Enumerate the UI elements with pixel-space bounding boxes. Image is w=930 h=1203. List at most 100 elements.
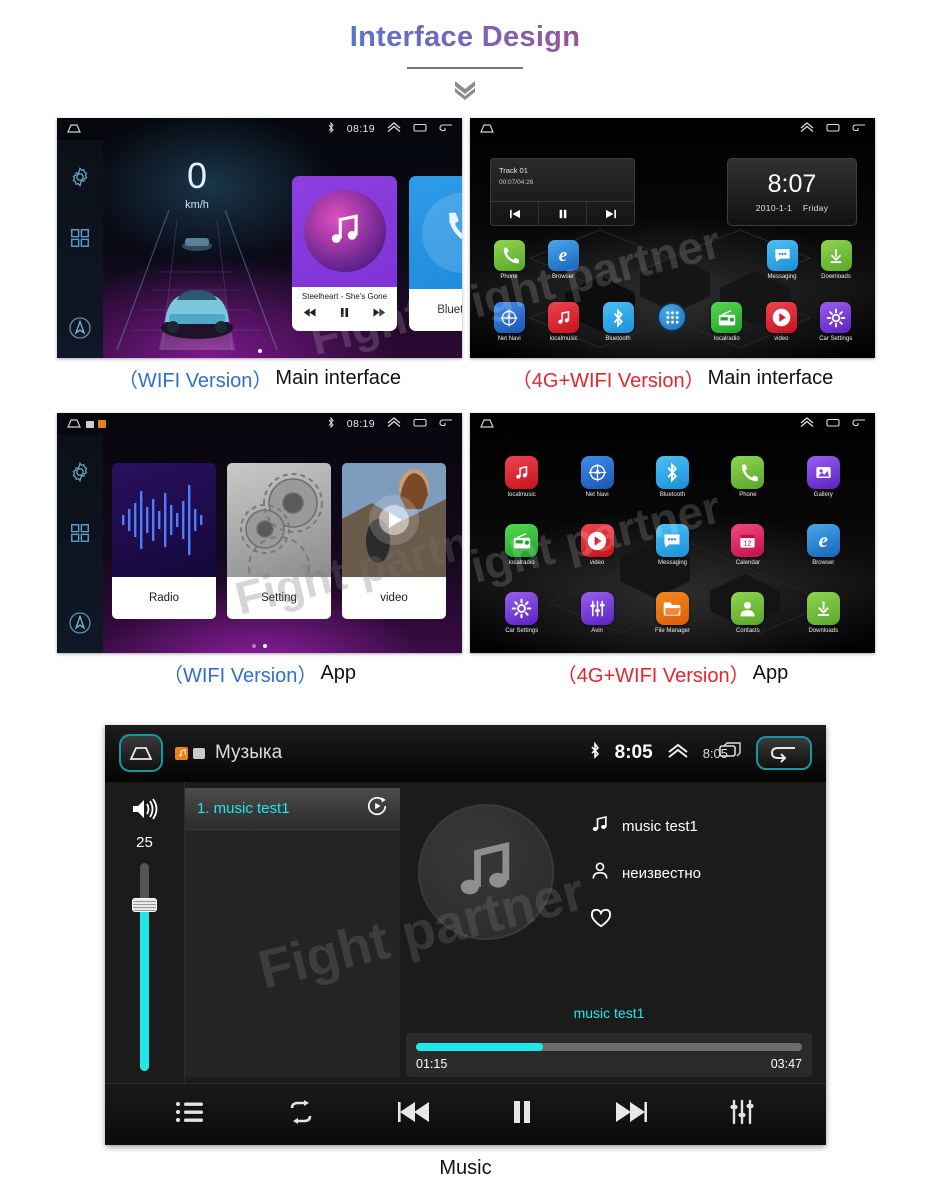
app-icon-avin[interactable]: Avin (559, 592, 634, 634)
app-icon-car-settings[interactable]: Car Settings (484, 592, 559, 634)
app-icon-bluetooth[interactable]: Bluetooth (591, 302, 645, 342)
app-icon-phone[interactable]: Phone (482, 240, 536, 280)
back-icon[interactable] (852, 122, 866, 136)
home-icon[interactable] (479, 417, 495, 432)
app-icon-localradio[interactable]: localradio (484, 524, 559, 566)
track-widget[interactable]: Track 01 00:07/04:26 (490, 158, 635, 226)
bluetooth-card[interactable]: Bluetooth (409, 176, 462, 331)
app-icon-video[interactable]: video (754, 302, 808, 342)
recents-icon[interactable] (826, 122, 840, 136)
home-icon[interactable] (66, 417, 82, 432)
app-icon-calendar[interactable]: 12 Calendar (710, 524, 785, 566)
recents-icon[interactable] (718, 741, 742, 765)
back-icon[interactable] (439, 417, 453, 431)
caption-version: （WIFI Version） (117, 369, 273, 392)
repeat-button[interactable] (285, 1099, 317, 1130)
app-icon-browser[interactable]: e Browser (536, 240, 590, 280)
grid-icon[interactable] (69, 522, 91, 549)
navigation-icon[interactable] (68, 611, 92, 640)
chevron-up-icon[interactable] (387, 122, 401, 136)
app-icon-downloads[interactable]: Downloads (809, 240, 863, 280)
chevron-up-icon[interactable] (800, 417, 814, 431)
app-icon-messaging[interactable]: Messaging (635, 524, 710, 566)
device-screen-4g-main[interactable]: Track 01 00:07/04:26 8:07 2010-1-1 Frida… (470, 118, 875, 358)
app-card-radio[interactable]: Radio (112, 463, 216, 619)
gear-icon[interactable] (69, 166, 91, 193)
next-icon[interactable] (371, 305, 386, 323)
progress-slider[interactable] (416, 1043, 802, 1051)
page-dot[interactable] (252, 644, 256, 648)
pause-icon[interactable] (539, 202, 587, 225)
app-card-setting[interactable]: Setting (227, 463, 331, 619)
navigation-icon[interactable] (68, 316, 92, 345)
app-icon-downloads[interactable]: Downloads (786, 592, 861, 634)
playlist-button[interactable] (175, 1100, 205, 1129)
volume-slider[interactable] (132, 863, 157, 1071)
prev-icon[interactable] (491, 202, 539, 225)
music-badge-icon (175, 746, 188, 760)
prev-icon[interactable] (303, 305, 318, 323)
app-icon-browser[interactable]: e Browser (786, 524, 861, 566)
app-icon-video[interactable]: video (559, 524, 634, 566)
playlist-panel[interactable]: 1. music test1 (185, 788, 400, 1077)
app-card-video[interactable]: video (342, 463, 446, 619)
back-icon[interactable] (439, 122, 453, 136)
equalizer-button[interactable] (728, 1099, 756, 1130)
recents-icon[interactable] (413, 122, 427, 136)
back-icon[interactable] (756, 736, 812, 770)
volume-icon[interactable] (130, 796, 160, 827)
app-icon-localmusic[interactable]: localmusic (484, 456, 559, 498)
radio-icon (711, 302, 743, 333)
grid-icon[interactable] (69, 227, 91, 254)
home-icon[interactable] (119, 734, 163, 772)
meta-track-name: music test1 (622, 818, 698, 835)
app-icon-file-manager[interactable]: File Manager (635, 592, 710, 634)
waveform-thumb (112, 463, 216, 577)
page-dot[interactable] (257, 349, 262, 353)
app-icon-net-navi[interactable]: Net Navi (482, 302, 536, 342)
music-badge-icon (98, 420, 106, 428)
playlist-item-label: 1. music test1 (197, 800, 290, 817)
home-icon[interactable] (479, 122, 495, 137)
page-dot[interactable] (263, 644, 267, 648)
app-icon-phone[interactable]: Phone (710, 456, 785, 498)
meta-favorite[interactable] (590, 908, 701, 933)
music-card[interactable]: Steelheart - She's Gone (292, 176, 397, 331)
device-screen-4g-app[interactable]: localmusic Net Navi Bluetooth Phone Gall… (470, 413, 875, 653)
app-icon-contacts[interactable]: Contacts (710, 592, 785, 634)
play-clock-icon[interactable] (366, 795, 388, 822)
volume-slider-handle[interactable] (132, 898, 157, 913)
heart-icon[interactable] (590, 908, 612, 933)
gear-icon[interactable] (69, 461, 91, 488)
recents-icon[interactable] (413, 417, 427, 431)
list-item[interactable]: 1. music test1 (185, 788, 400, 830)
clock-widget[interactable]: 8:07 2010-1-1 Friday (727, 158, 857, 226)
panel-row-1: 08:19 0 km/h Steelheart - She's Gone Blu… (57, 118, 875, 398)
app-icon-car-settings[interactable]: Car Settings (809, 302, 863, 342)
pause-button[interactable] (510, 1099, 534, 1130)
device-screen-wifi-main[interactable]: 08:19 0 km/h Steelheart - She's Gone Blu… (57, 118, 462, 358)
app-icon-localradio[interactable]: localradio (700, 302, 754, 342)
app-icon-localmusic[interactable]: localmusic (537, 302, 591, 342)
next-button[interactable] (614, 1099, 648, 1130)
app-icon-messaging[interactable]: Messaging (755, 240, 809, 280)
player-clock: 8:05 (614, 742, 653, 763)
chevron-up-icon[interactable] (800, 122, 814, 136)
panel-grid: 08:19 0 km/h Steelheart - She's Gone Blu… (57, 118, 875, 693)
recents-icon[interactable] (826, 417, 840, 431)
music-player-screen[interactable]: Музыка 8:05 8:05 25 1. music test1 music… (105, 725, 826, 1145)
device-screen-wifi-app[interactable]: 08:19 Radio Setting video Fight partner (57, 413, 462, 653)
caption-4g-app: （4G+WIFI Version） App (470, 653, 875, 693)
previous-button[interactable] (397, 1099, 431, 1130)
back-icon[interactable] (852, 417, 866, 431)
app-icon-net-navi[interactable]: Net Navi (559, 456, 634, 498)
chevron-up-icon[interactable] (387, 417, 401, 431)
app-icon-bluetooth[interactable]: Bluetooth (635, 456, 710, 498)
app-drawer-button[interactable] (645, 302, 699, 342)
home-icon[interactable] (66, 122, 82, 137)
app-label: Gallery (813, 492, 833, 498)
next-icon[interactable] (587, 202, 634, 225)
pause-icon[interactable] (340, 305, 349, 323)
app-icon-gallery[interactable]: Gallery (786, 456, 861, 498)
chevron-up-icon[interactable] (667, 743, 689, 764)
